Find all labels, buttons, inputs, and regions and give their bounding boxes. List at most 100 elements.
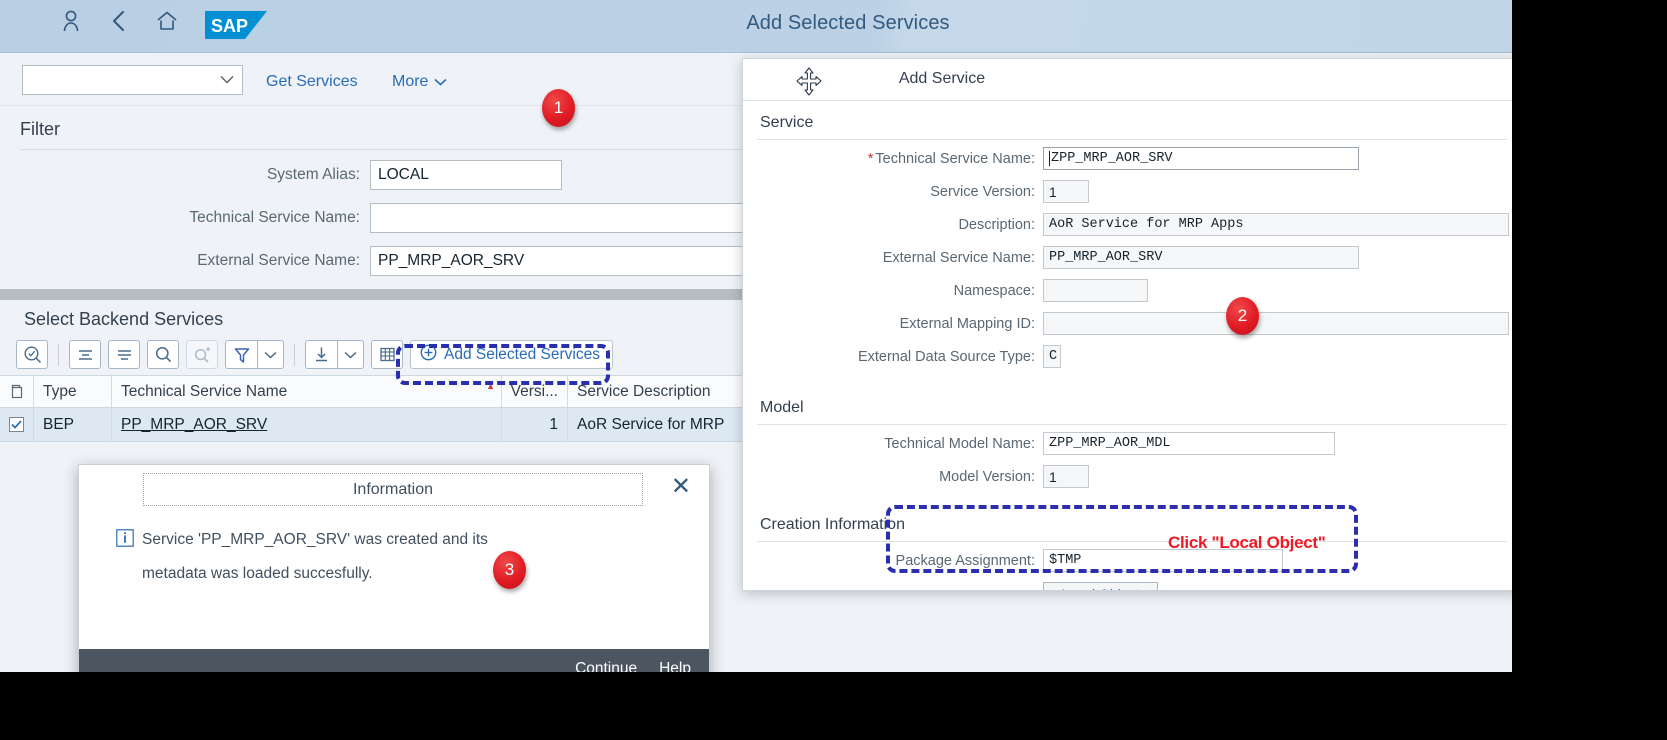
external-data-source-type-input[interactable]: C <box>1043 345 1061 368</box>
close-icon[interactable]: ✕ <box>671 475 691 499</box>
help-button[interactable]: Help <box>659 660 691 672</box>
cell-technical-service-name-link[interactable]: PP_MRP_AOR_SRV <box>121 416 267 434</box>
step-badge-3: 3 <box>493 551 526 589</box>
field-row-service-version: Service Version: 1 <box>743 177 1512 206</box>
technical-service-name-label: Technical Service Name: <box>189 209 360 226</box>
click-local-object-note: Click "Local Object" <box>1168 533 1326 552</box>
add-selected-services-label: Add Selected Services <box>444 345 600 363</box>
description-label: Description: <box>958 216 1035 233</box>
technical-service-name-dialog-label-text: Technical Service Name: <box>875 150 1035 167</box>
external-mapping-id-label: External Mapping ID: <box>899 315 1035 332</box>
info-icon <box>116 529 134 552</box>
add-service-dialog: Add Service Service * Technical Service N… <box>742 58 1512 591</box>
group-icon[interactable] <box>69 340 101 369</box>
field-row-local-object: Local Object <box>743 579 1512 590</box>
technical-service-name-dialog-input[interactable]: ZPP_MRP_AOR_SRV <box>1043 147 1359 170</box>
toolbar-divider <box>58 343 59 366</box>
get-services-button[interactable]: Get Services <box>266 73 358 91</box>
external-mapping-id-input[interactable] <box>1043 312 1509 335</box>
continue-button[interactable]: Continue <box>575 660 637 672</box>
cell-version: 1 <box>502 408 568 441</box>
search-icon[interactable] <box>147 340 179 369</box>
table-settings-icon[interactable] <box>371 340 403 369</box>
column-header-technical-service-name-label: Technical Service Name <box>121 382 288 400</box>
field-row-external-data-source-type: External Data Source Type: C <box>743 342 1512 371</box>
service-section-divider <box>757 139 1507 140</box>
required-asterisk-icon: * <box>867 150 874 167</box>
checkbox-checked-icon <box>9 417 24 432</box>
application-canvas: SAP Add Selected Services Get Services M… <box>0 0 1512 672</box>
model-section-title: Model <box>760 399 804 416</box>
export-icon[interactable] <box>305 340 337 369</box>
export-dropdown-icon[interactable] <box>337 340 364 369</box>
field-row-namespace: Namespace: <box>743 276 1512 305</box>
add-service-dialog-title-text: Add Service <box>898 70 986 87</box>
plus-circle-icon <box>420 344 437 366</box>
technical-model-name-input[interactable]: ZPP_MRP_AOR_MDL <box>1043 432 1335 455</box>
chevron-down-icon <box>434 73 447 91</box>
add-service-dialog-body: Service * Technical Service Name: ZPP_MRP… <box>743 101 1512 590</box>
field-row-package-assignment: Package Assignment: $TMP <box>743 546 1512 575</box>
sort-ascending-icon: ▲ <box>486 381 495 391</box>
service-version-input[interactable]: 1 <box>1043 180 1089 203</box>
more-menu-button[interactable]: More <box>392 73 447 91</box>
cell-type: BEP <box>34 408 112 441</box>
local-object-button[interactable]: Local Object <box>1043 582 1158 590</box>
select-all-header[interactable] <box>0 376 34 407</box>
information-dialog-body: Service 'PP_MRP_AOR_SRV' was created and… <box>79 515 709 655</box>
information-dialog-header: Information ✕ <box>79 465 709 515</box>
row-select-checkbox[interactable] <box>0 408 34 441</box>
system-alias-input[interactable]: LOCAL <box>370 160 562 190</box>
namespace-label: Namespace: <box>953 282 1035 299</box>
information-dialog: Information ✕ Service 'PP_MRP_AOR_SRV' w… <box>78 464 710 672</box>
technical-service-name-dialog-label: * Technical Service Name: <box>743 151 1043 167</box>
add-service-dialog-title: Add Service <box>743 70 1512 88</box>
information-dialog-title: Information <box>143 473 643 506</box>
field-row-external-mapping-id: External Mapping ID: <box>743 309 1512 338</box>
search-with-check-icon[interactable] <box>16 340 48 369</box>
namespace-input[interactable] <box>1043 279 1148 302</box>
filter-icon[interactable] <box>225 340 257 369</box>
toolbar-divider <box>294 343 295 366</box>
column-header-technical-service-name[interactable]: Technical Service Name ▲ <box>112 376 502 407</box>
creation-information-section-title: Creation Information <box>760 516 905 533</box>
service-section-title: Service <box>760 114 814 131</box>
more-menu-label: More <box>392 73 429 90</box>
external-service-name-dialog-label: External Service Name: <box>882 249 1035 266</box>
column-header-version[interactable]: Versi... <box>502 376 568 407</box>
external-service-name-dialog-input[interactable]: PP_MRP_AOR_SRV <box>1043 246 1359 269</box>
field-row-external-service-name: External Service Name: PP_MRP_AOR_SRV <box>743 243 1512 272</box>
add-selected-services-button[interactable]: Add Selected Services <box>410 340 613 369</box>
cell-technical-service-name[interactable]: PP_MRP_AOR_SRV <box>112 408 502 441</box>
field-row-model-version: Model Version: 1 <box>743 462 1512 491</box>
system-alias-label: System Alias: <box>266 166 360 183</box>
filter-dropdown-icon[interactable] <box>257 340 284 369</box>
description-input[interactable]: AoR Service for MRP Apps <box>1043 213 1509 236</box>
external-data-source-type-label: External Data Source Type: <box>857 348 1035 365</box>
information-dialog-footer: Continue Help <box>79 649 709 672</box>
service-version-label: Service Version: <box>930 183 1035 200</box>
external-service-name-label: External Service Name: <box>197 252 360 269</box>
creation-information-divider <box>757 541 1507 542</box>
add-service-dialog-header: Add Service <box>743 59 1512 101</box>
page-title-text: Add Selected Services <box>746 12 950 34</box>
model-version-label: Model Version: <box>939 468 1035 485</box>
chevron-down-icon <box>220 71 234 89</box>
column-header-type[interactable]: Type <box>34 376 112 407</box>
model-section-divider <box>757 424 1507 425</box>
sort-icon[interactable] <box>108 340 140 369</box>
export-split-button[interactable] <box>305 340 364 369</box>
technical-model-name-label: Technical Model Name: <box>884 435 1035 452</box>
model-version-input[interactable]: 1 <box>1043 465 1089 488</box>
package-assignment-label: Package Assignment: <box>895 552 1035 569</box>
step-badge-1: 1 <box>542 89 575 127</box>
shell-header: SAP Add Selected Services <box>0 0 1512 53</box>
step-badge-2: 2 <box>1226 297 1259 335</box>
search-plus-icon <box>186 340 218 369</box>
field-row-technical-model-name: Technical Model Name: ZPP_MRP_AOR_MDL <box>743 429 1512 458</box>
system-select-dropdown[interactable] <box>22 65 243 95</box>
field-row-technical-service-name: * Technical Service Name: ZPP_MRP_AOR_SRV <box>743 144 1512 173</box>
filter-split-button[interactable] <box>225 340 284 369</box>
field-row-description: Description: AoR Service for MRP Apps <box>743 210 1512 239</box>
page-title: Add Selected Services <box>0 12 1512 35</box>
